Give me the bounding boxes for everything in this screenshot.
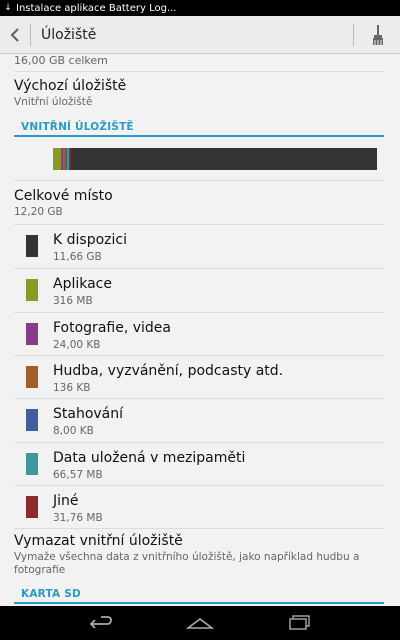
- section-divider: [14, 135, 384, 137]
- erase-internal-storage-item[interactable]: Vymazat vnitřní úložiště Vymaže všechna …: [14, 533, 384, 577]
- total-space-item: Celkové místo 12,20 GB: [14, 188, 113, 218]
- usage-segment-apps: [53, 148, 62, 170]
- category-size: 136 KB: [53, 382, 91, 394]
- chevron-left-icon: [10, 27, 19, 42]
- notification-text: Instalace aplikace Battery Log...: [16, 2, 177, 14]
- back-arrow-icon: [89, 616, 112, 629]
- navigation-bar: [0, 606, 400, 640]
- brush-icon: [373, 24, 383, 45]
- page-title: Úložiště: [41, 26, 97, 43]
- section-divider: [14, 602, 384, 604]
- color-swatch: [26, 366, 38, 388]
- color-swatch: [26, 279, 38, 301]
- divider: [14, 180, 384, 181]
- category-size: 66,57 MB: [53, 469, 103, 481]
- nav-recents-button[interactable]: [280, 606, 320, 640]
- category-label: Aplikace: [53, 276, 112, 292]
- action-bar: Úložiště: [0, 16, 400, 54]
- color-swatch: [26, 323, 38, 345]
- category-label: Hudba, vyzvánění, podcasty atd.: [53, 363, 284, 379]
- action-bar-divider: [30, 23, 31, 46]
- color-swatch: [26, 409, 38, 431]
- nav-back-button[interactable]: [80, 606, 120, 640]
- status-bar: ↓ Instalace aplikace Battery Log...: [0, 0, 400, 16]
- nav-home-button[interactable]: [180, 606, 220, 640]
- category-size: 31,76 MB: [53, 512, 103, 524]
- color-swatch: [26, 235, 38, 257]
- divider: [14, 528, 384, 529]
- category-size: 316 MB: [53, 295, 93, 307]
- clean-button[interactable]: [364, 16, 392, 54]
- back-button[interactable]: [0, 16, 30, 54]
- color-swatch: [26, 453, 38, 475]
- category-label: K dispozici: [53, 232, 127, 248]
- category-label: Jiné: [53, 493, 79, 509]
- category-cached-data[interactable]: Data uložená v mezipaměti 66,57 MB: [14, 443, 384, 486]
- default-storage-item[interactable]: Výchozí úložiště Vnitřní úložiště: [14, 78, 384, 108]
- category-size: 8,00 KB: [53, 425, 94, 437]
- sd-card-header: KARTA SD: [21, 588, 81, 600]
- category-size: 11,66 GB: [53, 251, 102, 263]
- storage-usage-bar: [53, 148, 377, 170]
- total-storage-item: 16,00 GB celkem: [14, 54, 108, 67]
- action-bar-divider-right: [353, 23, 354, 46]
- category-music[interactable]: Hudba, vyzvánění, podcasty atd. 136 KB: [14, 356, 384, 399]
- download-notification-icon: ↓: [4, 3, 12, 13]
- storage-list[interactable]: 16,00 GB celkem Výchozí úložiště Vnitřní…: [0, 54, 400, 606]
- category-available[interactable]: K dispozici 11,66 GB: [14, 225, 384, 268]
- category-apps[interactable]: Aplikace 316 MB: [14, 269, 384, 312]
- category-label: Stahování: [53, 406, 124, 422]
- color-swatch: [26, 496, 38, 518]
- category-downloads[interactable]: Stahování 8,00 KB: [14, 399, 384, 442]
- home-icon: [186, 618, 214, 629]
- divider: [14, 71, 384, 72]
- category-label: Data uložená v mezipaměti: [53, 450, 246, 466]
- recent-apps-icon: [289, 615, 310, 630]
- category-photos-videos[interactable]: Fotografie, videa 24,00 KB: [14, 313, 384, 356]
- internal-storage-header: VNITŘNÍ ÚLOŽIŠTĚ: [21, 121, 134, 133]
- category-other[interactable]: Jiné 31,76 MB: [14, 486, 384, 529]
- usage-segment-available: [70, 148, 377, 170]
- category-size: 24,00 KB: [53, 339, 101, 351]
- category-label: Fotografie, videa: [53, 320, 171, 336]
